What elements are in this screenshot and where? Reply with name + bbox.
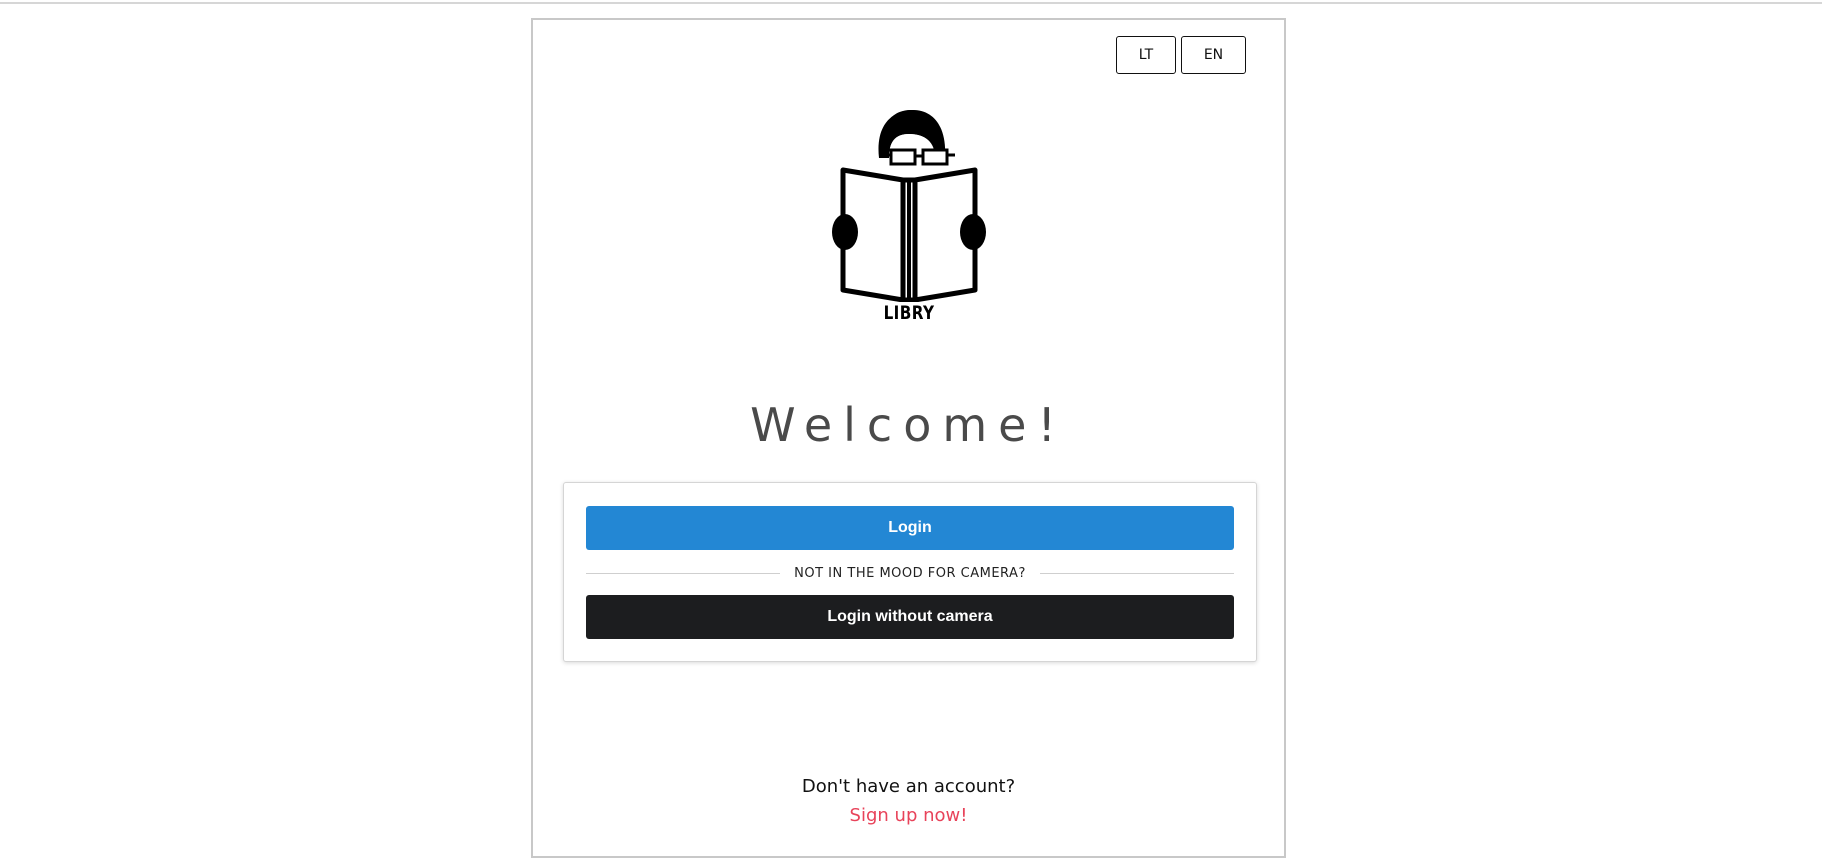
language-button-lt[interactable]: LT <box>1116 36 1176 74</box>
login-card: Login NOT IN THE MOOD FOR CAMERA? Login … <box>563 482 1257 662</box>
language-button-en[interactable]: EN <box>1181 36 1246 74</box>
login-without-camera-button[interactable]: Login without camera <box>586 595 1234 639</box>
top-divider <box>0 2 1822 4</box>
divider-or: NOT IN THE MOOD FOR CAMERA? <box>586 562 1234 584</box>
sign-up-link[interactable]: Sign up now! <box>533 805 1284 826</box>
divider-label: NOT IN THE MOOD FOR CAMERA? <box>794 565 1026 581</box>
language-switch: LT EN <box>1116 36 1246 74</box>
reader-with-book-icon <box>832 110 986 302</box>
logo-text: LIBRY <box>883 302 935 324</box>
divider-line-left <box>586 572 781 574</box>
divider-line-right <box>1039 572 1234 574</box>
welcome-panel: LT EN LIBRY Welcome! Login NOT IN THE MO… <box>531 18 1286 858</box>
welcome-heading: Welcome! <box>750 398 1067 452</box>
no-account-text: Don't have an account? <box>801 776 1016 797</box>
login-button[interactable]: Login <box>586 506 1234 550</box>
libry-logo: LIBRY <box>831 102 987 332</box>
